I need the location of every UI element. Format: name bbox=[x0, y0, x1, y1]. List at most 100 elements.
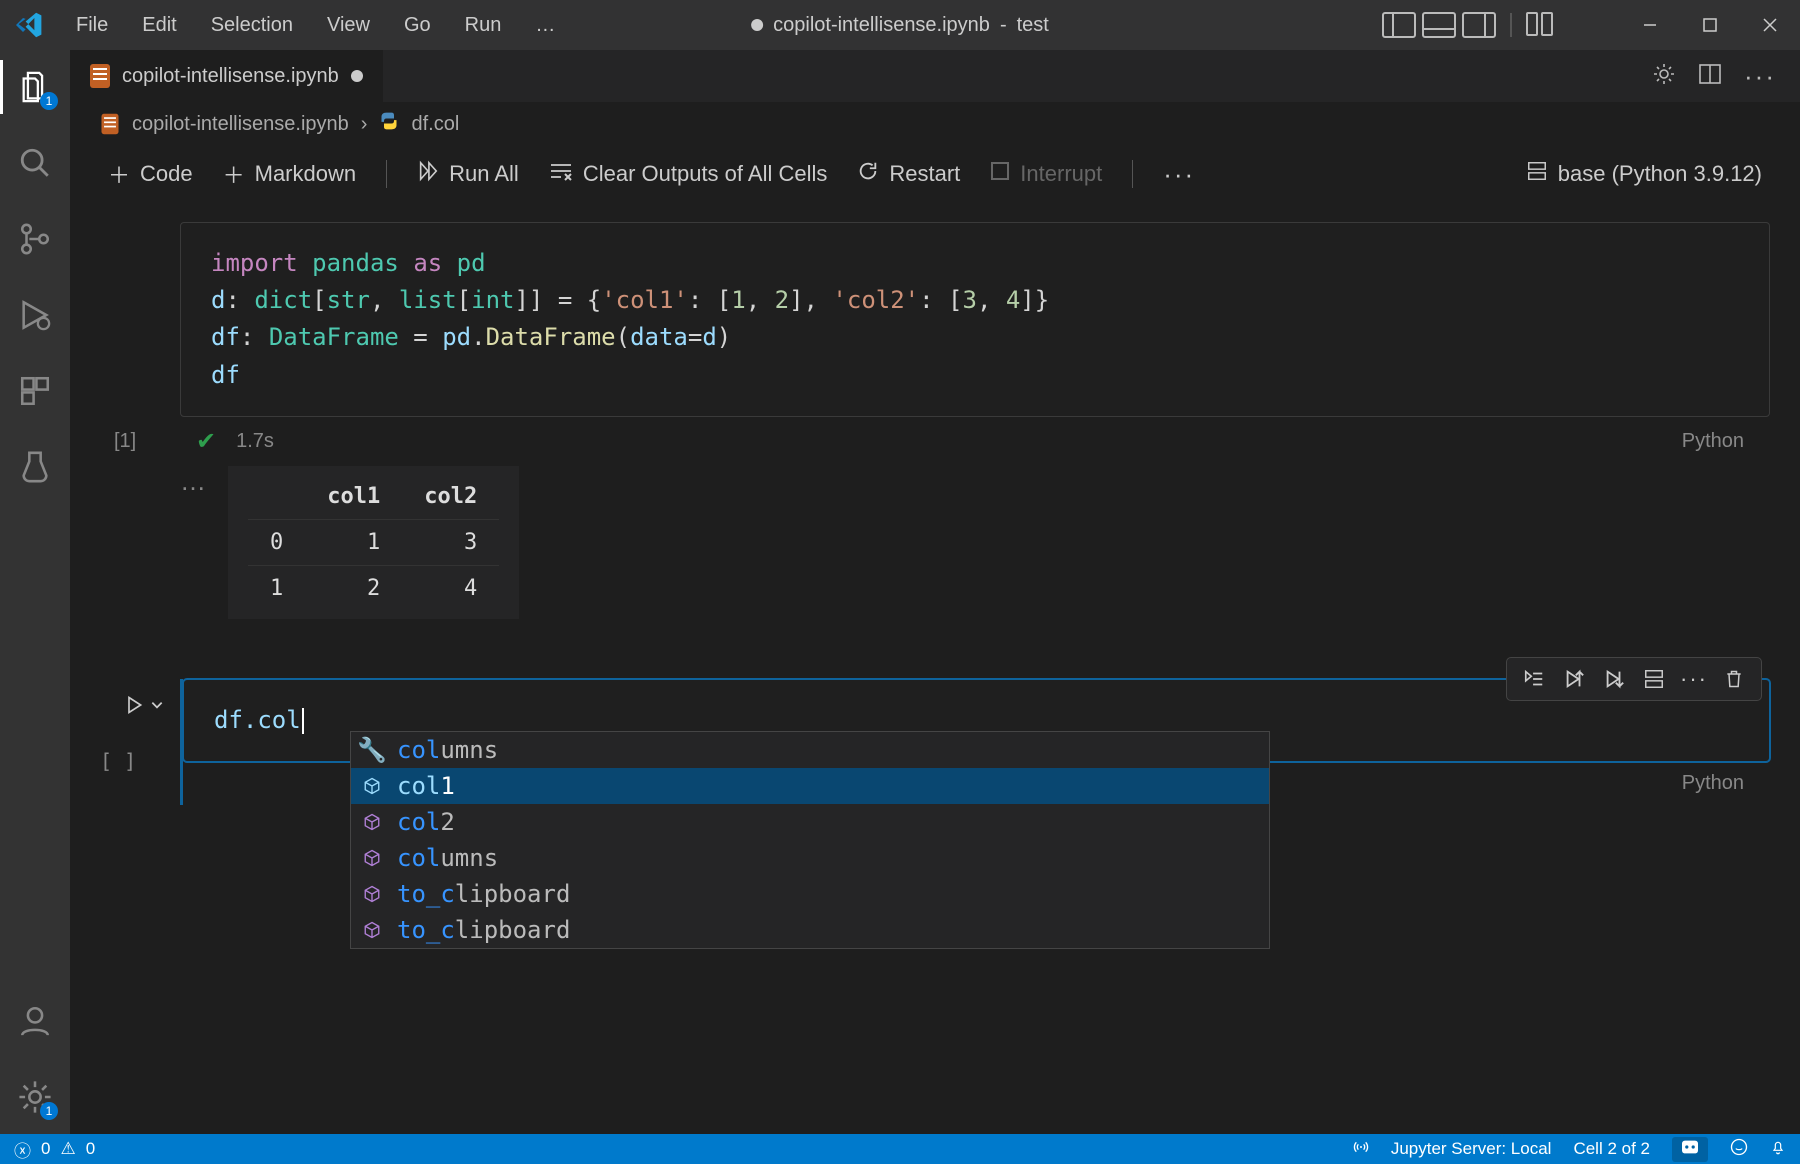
menu-more[interactable]: … bbox=[519, 8, 573, 43]
run-all-button[interactable]: Run All bbox=[407, 156, 529, 192]
add-markdown-cell-button[interactable]: ＋Markdown bbox=[213, 154, 367, 194]
code-cell-2[interactable]: ··· [ ] df.col Python 🔧 columns bbox=[180, 679, 1770, 805]
play-icon[interactable] bbox=[124, 695, 144, 715]
suggestion-item[interactable]: to_clipboard bbox=[351, 912, 1269, 948]
breadcrumb-file[interactable]: copilot-intellisense.ipynb bbox=[132, 113, 349, 136]
layout-customize-icon[interactable] bbox=[1526, 12, 1538, 36]
dirty-dot-icon bbox=[751, 19, 763, 31]
stop-icon bbox=[990, 161, 1010, 187]
window-close-button[interactable] bbox=[1740, 0, 1800, 50]
menu-selection[interactable]: Selection bbox=[195, 8, 309, 43]
split-editor-icon[interactable] bbox=[1698, 62, 1722, 91]
suggestion-item[interactable]: col2 bbox=[351, 804, 1269, 840]
run-by-line-icon[interactable] bbox=[1521, 666, 1547, 692]
activity-explorer[interactable]: 1 bbox=[16, 68, 54, 106]
feedback-icon[interactable] bbox=[1730, 1138, 1748, 1161]
box-icon bbox=[361, 777, 383, 795]
interrupt-kernel-button[interactable]: Interrupt bbox=[980, 157, 1112, 191]
menu-run[interactable]: Run bbox=[449, 8, 518, 43]
activity-run-debug[interactable] bbox=[16, 296, 54, 334]
wrench-icon: 🔧 bbox=[361, 736, 383, 764]
suggestion-item[interactable]: col1 bbox=[351, 768, 1269, 804]
tab-more-icon[interactable]: ··· bbox=[1744, 61, 1776, 92]
radio-tower-icon[interactable] bbox=[1353, 1139, 1369, 1160]
suggestion-item[interactable]: 🔧 columns bbox=[351, 732, 1269, 768]
menu-go[interactable]: Go bbox=[388, 8, 447, 43]
activity-testing[interactable] bbox=[16, 448, 54, 486]
notebook-body: import pandas as pd d: dict[str, list[in… bbox=[70, 202, 1800, 805]
menu-file[interactable]: File bbox=[60, 8, 124, 43]
restart-kernel-button[interactable]: Restart bbox=[847, 156, 970, 192]
activity-account[interactable] bbox=[16, 1002, 54, 1040]
activity-settings[interactable]: 1 bbox=[16, 1078, 54, 1116]
plus-icon: ＋ bbox=[223, 158, 245, 190]
activity-search[interactable] bbox=[16, 144, 54, 182]
status-jupyter-server[interactable]: Jupyter Server: Local bbox=[1391, 1139, 1552, 1159]
split-cell-icon[interactable] bbox=[1641, 666, 1667, 692]
tab-actions: ··· bbox=[1652, 50, 1800, 102]
cell-more-icon[interactable]: ··· bbox=[1681, 666, 1707, 692]
chevron-right-icon: › bbox=[361, 113, 368, 136]
activity-extensions[interactable] bbox=[16, 372, 54, 410]
output-more-icon[interactable]: … bbox=[180, 466, 208, 497]
kernel-picker-button[interactable]: base (Python 3.9.12) bbox=[1516, 156, 1772, 192]
code-editor[interactable]: import pandas as pd d: dict[str, list[in… bbox=[180, 222, 1770, 417]
status-cell-position[interactable]: Cell 2 of 2 bbox=[1573, 1139, 1650, 1159]
box-icon bbox=[361, 885, 383, 903]
window-title-sep: - bbox=[1000, 14, 1007, 37]
window-title-file: copilot-intellisense.ipynb bbox=[773, 14, 990, 37]
box-icon bbox=[361, 849, 383, 867]
cell-status-bar: [1] ✔ 1.7s Python bbox=[180, 417, 1770, 466]
suggestion-item[interactable]: to_clipboard bbox=[351, 876, 1269, 912]
suggestion-item[interactable]: columns bbox=[351, 840, 1269, 876]
layout-panel-icon[interactable] bbox=[1422, 12, 1456, 38]
title-bar: File Edit Selection View Go Run … copilo… bbox=[0, 0, 1800, 50]
layout-separator bbox=[1510, 13, 1512, 37]
execute-above-icon[interactable] bbox=[1561, 666, 1587, 692]
intellisense-popup[interactable]: 🔧 columns col1 col2 columns to_cl bbox=[350, 731, 1270, 949]
cell-language[interactable]: Python bbox=[1682, 430, 1754, 453]
add-code-cell-button[interactable]: ＋Code bbox=[98, 154, 203, 194]
layout-sidebar-left-icon[interactable] bbox=[1382, 12, 1416, 38]
layout-sidebar-right-icon[interactable] bbox=[1462, 12, 1496, 38]
tab-label: copilot-intellisense.ipynb bbox=[122, 65, 339, 88]
run-all-icon bbox=[417, 160, 439, 188]
error-count[interactable]: 0 bbox=[41, 1139, 50, 1159]
success-check-icon: ✔ bbox=[196, 427, 216, 456]
warning-icon[interactable]: ⚠ bbox=[60, 1139, 75, 1159]
tab-dirty-dot-icon bbox=[351, 70, 363, 82]
restart-icon bbox=[857, 160, 879, 188]
menu-edit[interactable]: Edit bbox=[126, 8, 192, 43]
window-minimize-button[interactable] bbox=[1620, 0, 1680, 50]
clear-outputs-button[interactable]: Clear Outputs of All Cells bbox=[539, 157, 838, 191]
settings-badge: 1 bbox=[40, 1102, 58, 1120]
notebook-kernel-settings-icon[interactable] bbox=[1652, 62, 1676, 91]
window-maximize-button[interactable] bbox=[1680, 0, 1740, 50]
window-controls bbox=[1620, 0, 1800, 50]
editor-area: copilot-intellisense.ipynb ··· copilot-i… bbox=[70, 50, 1800, 1134]
breadcrumb[interactable]: copilot-intellisense.ipynb › df.col bbox=[70, 102, 1800, 146]
run-cell-gutter[interactable] bbox=[124, 695, 164, 715]
copilot-status-icon[interactable] bbox=[1672, 1137, 1708, 1162]
vscode-logo bbox=[0, 11, 60, 39]
execute-below-icon[interactable] bbox=[1601, 666, 1627, 692]
exec-count: [ ] bbox=[100, 749, 136, 773]
status-bar: ⓧ 0 ⚠ 0 Jupyter Server: Local Cell 2 of 2 bbox=[0, 1134, 1800, 1164]
tab-notebook[interactable]: copilot-intellisense.ipynb bbox=[70, 50, 383, 102]
notebook-icon bbox=[90, 64, 110, 88]
cell-output: col1col2 013 124 bbox=[228, 466, 519, 619]
cell-action-bar: ··· bbox=[1506, 657, 1762, 701]
activity-source-control[interactable] bbox=[16, 220, 54, 258]
menu-view[interactable]: View bbox=[311, 8, 386, 43]
warning-count[interactable]: 0 bbox=[86, 1139, 95, 1159]
notebook-icon bbox=[102, 114, 119, 134]
breadcrumb-symbol[interactable]: df.col bbox=[411, 113, 459, 136]
bell-icon[interactable] bbox=[1770, 1138, 1786, 1161]
cell-language[interactable]: Python bbox=[1682, 772, 1754, 795]
toolbar-separator bbox=[386, 160, 387, 188]
code-cell-1[interactable]: import pandas as pd d: dict[str, list[in… bbox=[180, 222, 1770, 619]
chevron-down-icon[interactable] bbox=[150, 698, 164, 712]
toolbar-more-button[interactable]: ··· bbox=[1153, 155, 1205, 194]
delete-cell-icon[interactable] bbox=[1721, 666, 1747, 692]
error-icon[interactable]: ⓧ bbox=[14, 1137, 31, 1162]
